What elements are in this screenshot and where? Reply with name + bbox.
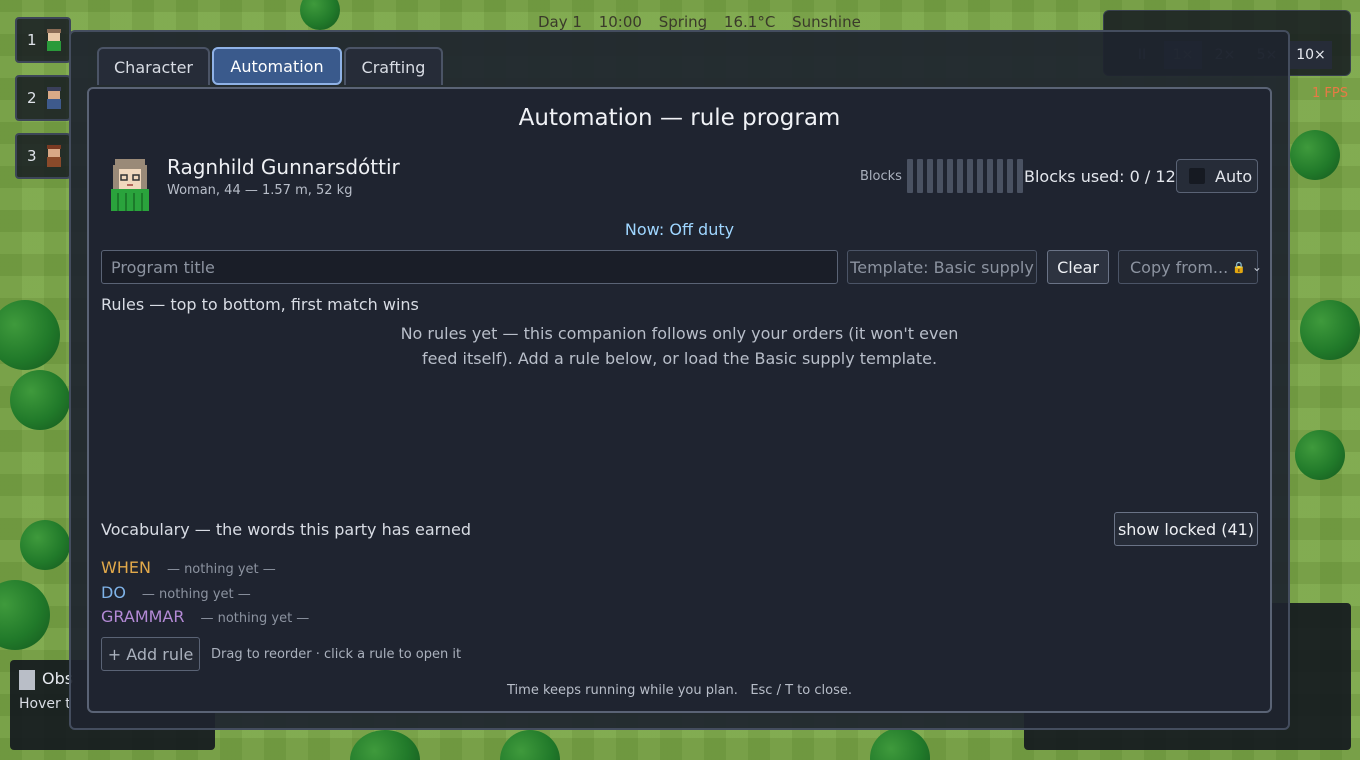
auto-checkbox[interactable] [1189, 168, 1205, 184]
block-segment [947, 159, 953, 193]
companion-avatar-icon [46, 29, 61, 51]
tab-character[interactable]: Character [97, 47, 210, 85]
tab-crafting[interactable]: Crafting [344, 47, 443, 85]
chevron-down-icon: ⌄ [1251, 260, 1262, 274]
hud-clock: Day 1 10:00 Spring 16.1°C Sunshine [538, 13, 873, 31]
tree [0, 300, 60, 370]
character-portrait-icon [111, 159, 149, 211]
blocks-used-text: Blocks used: 0 / 12 [1024, 167, 1176, 186]
hud-temperature: 16.1°C [723, 13, 776, 31]
block-segment [957, 159, 963, 193]
roster-number: 1 [27, 31, 37, 49]
copy-from-label: Copy from... [1130, 257, 1229, 277]
block-segment [987, 159, 993, 193]
block-segment [927, 159, 933, 193]
auto-label: Auto [1215, 166, 1253, 186]
tab-automation[interactable]: Automation [212, 47, 342, 85]
vocab-do-label: DO [101, 583, 126, 602]
vocab-when-label: WHEN [101, 558, 151, 577]
empty-rules-line: No rules yet — this companion follows on… [400, 324, 959, 343]
blocks-label: Blocks [860, 169, 902, 184]
speed-10x-button[interactable]: 10× [1290, 41, 1332, 69]
tree [20, 520, 70, 570]
block-segment [917, 159, 923, 193]
block-segment [977, 159, 983, 193]
tree [300, 0, 340, 30]
tree [10, 370, 70, 430]
empty-rules-line: feed itself). Add a rule below, or load … [421, 349, 938, 368]
roster-slot-3[interactable]: 3 [15, 133, 71, 179]
block-segment [1007, 159, 1013, 193]
automation-panel: Automation — rule program Ragnhild Gunna… [87, 87, 1272, 713]
empty-rules-message: No rules yet — this companion follows on… [89, 321, 1270, 371]
vocab-grammar-value: — nothing yet — [200, 611, 310, 626]
tree [1300, 300, 1360, 360]
show-locked-button[interactable]: show locked (41) [1114, 512, 1258, 546]
blocks-meter [907, 159, 1023, 193]
clear-button[interactable]: Clear [1047, 250, 1109, 284]
fps-counter: 1 FPS [1312, 86, 1348, 101]
vocab-row-do: DO — nothing yet — [101, 583, 251, 602]
hud-weather: Sunshine [792, 13, 861, 31]
auto-toggle[interactable]: Auto [1176, 159, 1258, 193]
vocab-do-value: — nothing yet — [141, 587, 251, 602]
program-title-input[interactable] [101, 250, 838, 284]
vocab-grammar-label: GRAMMAR [101, 607, 185, 626]
tree [0, 580, 50, 650]
roster-slot-1[interactable]: 1 [15, 17, 71, 63]
hud-day: Day 1 [538, 13, 582, 31]
block-segment [967, 159, 973, 193]
observe-checkbox[interactable] [19, 670, 35, 690]
roster-number: 2 [27, 89, 37, 107]
vocab-when-value: — nothing yet — [166, 562, 276, 577]
tree [1295, 430, 1345, 480]
block-segment [907, 159, 913, 193]
panel-title: Automation — rule program [518, 105, 841, 131]
roster-slot-2[interactable]: 2 [15, 75, 71, 121]
hud-season: Spring [658, 13, 708, 31]
observe-hint: Hover t [19, 696, 71, 712]
template-button[interactable]: Template: Basic supply [847, 250, 1037, 284]
block-segment [1017, 159, 1023, 193]
block-segment [997, 159, 1003, 193]
tree [870, 728, 930, 760]
vocabulary-header: Vocabulary — the words this party has ea… [101, 520, 472, 539]
character-name: Ragnhild Gunnarsdóttir [167, 155, 400, 179]
companion-avatar-icon [46, 145, 61, 167]
lock-icon: 🔒 [1232, 260, 1246, 274]
roster-number: 3 [27, 147, 37, 165]
block-segment [937, 159, 943, 193]
hud-time: 10:00 [598, 13, 642, 31]
tree [350, 730, 420, 760]
copy-from-select[interactable]: Copy from... 🔒 ⌄ [1118, 250, 1262, 284]
tree [1290, 130, 1340, 180]
add-rule-button[interactable]: + Add rule [101, 637, 200, 671]
drag-hint: Drag to reorder · click a rule to open i… [211, 647, 462, 662]
rules-header: Rules — top to bottom, first match wins [101, 295, 419, 314]
vocab-row-grammar: GRAMMAR — nothing yet — [101, 607, 309, 626]
tree [500, 730, 560, 760]
character-description: Woman, 44 — 1.57 m, 52 kg [167, 183, 353, 198]
companion-avatar-icon [46, 87, 61, 109]
vocab-row-when: WHEN — nothing yet — [101, 558, 276, 577]
footer-hint: Time keeps running while you plan. Esc /… [507, 683, 852, 698]
duty-status: Now: Off duty [624, 220, 735, 239]
